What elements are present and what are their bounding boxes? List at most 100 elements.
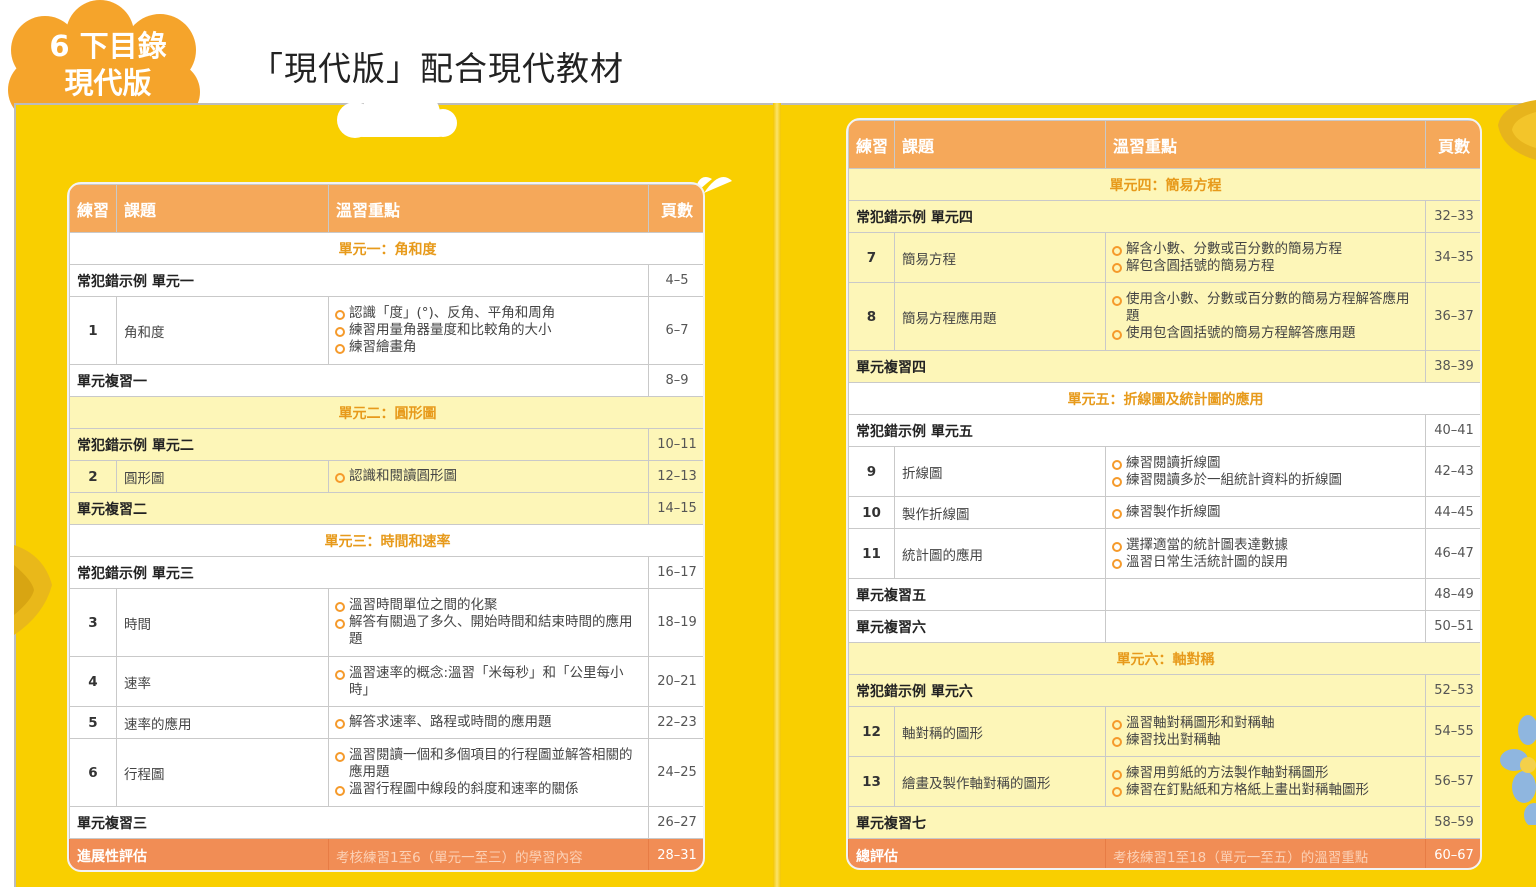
page-range: 24–25: [648, 738, 703, 807]
page-range: 22–23: [648, 706, 703, 739]
exercise-number: 1: [69, 296, 117, 365]
review-label: 單元複習四: [848, 350, 1426, 383]
exercise-row: 12 軸對稱的圖形 溫習軸對稱圖形和對稱軸 練習找出對稱軸 54–55: [848, 706, 1480, 757]
exercise-row: 4 速率 溫習速率的概念:溫習「米每秒」和「公里每小時」 20–21: [69, 656, 703, 707]
review-row: 單元複習四 38–39: [848, 350, 1480, 383]
table-header-row: 練習 課題 溫習重點 頁數: [69, 184, 703, 233]
revision-point: 練習繪畫角: [335, 339, 642, 356]
review-label: 單元複習七: [848, 806, 1426, 839]
unit-heading-row: 單元二：圓形圖: [69, 396, 703, 429]
revision-point: 認識和閱讀圓形圖: [335, 468, 642, 485]
mistakes-row: 常犯錯示例 單元五 40–41: [848, 414, 1480, 447]
exercise-title: 軸對稱的圖形: [894, 706, 1106, 757]
page-range: 14–15: [648, 492, 703, 525]
toc-table-left: 練習 課題 溫習重點 頁數 單元一：角和度 常犯錯示例 單元一 4–5 1 角和…: [69, 184, 703, 870]
empty-cell: [1105, 610, 1426, 643]
mistakes-row: 常犯錯示例 單元四 32–33: [848, 200, 1480, 233]
review-label: 單元複習一: [69, 364, 649, 397]
revision-point: 解包含圓括號的簡易方程: [1112, 258, 1419, 275]
revision-points: 練習用剪紙的方法製作軸對稱圖形 練習在釘點紙和方格紙上畫出對稱軸圖形: [1105, 756, 1426, 807]
mistakes-row: 常犯錯示例 單元六 52–53: [848, 674, 1480, 707]
empty-cell: [1105, 578, 1426, 611]
exercise-number: 7: [848, 232, 895, 283]
revision-point: 溫習軸對稱圖形和對稱軸: [1112, 715, 1419, 732]
review-label: 單元複習二: [69, 492, 649, 525]
review-row: 單元複習二 14–15: [69, 492, 703, 525]
review-label: 單元複習五: [848, 578, 1106, 611]
mistakes-label: 常犯錯示例 單元三: [69, 556, 649, 589]
header-points: 溫習重點: [1105, 120, 1426, 169]
revision-point: 使用包含圓括號的簡易方程解答應用題: [1112, 325, 1419, 342]
unit-heading-row: 單元三：時間和速率: [69, 524, 703, 557]
revision-point: 練習製作折線圖: [1112, 504, 1419, 521]
page-range: 32–33: [1425, 200, 1480, 233]
leaf-decoration-top-right: [1498, 100, 1536, 160]
page-range: 10–11: [648, 428, 703, 461]
cloud-decoration: [337, 87, 457, 138]
exercise-title: 簡易方程: [894, 232, 1106, 283]
unit-heading-row: 單元六：軸對稱: [848, 642, 1480, 675]
revision-points: 溫習軸對稱圖形和對稱軸 練習找出對稱軸: [1105, 706, 1426, 757]
revision-point: 練習找出對稱軸: [1112, 732, 1419, 749]
page-range: 40–41: [1425, 414, 1480, 447]
exercise-title: 時間: [116, 588, 329, 657]
revision-point: 解答有關過了多久、開始時間和結束時間的應用題: [335, 614, 642, 648]
exercise-row: 10 製作折線圖 練習製作折線圖 44–45: [848, 496, 1480, 529]
review-row: 單元複習一 8–9: [69, 364, 703, 397]
exercise-title: 速率的應用: [116, 706, 329, 739]
exercise-row: 5 速率的應用 解答求速率、路程或時間的應用題 22–23: [69, 706, 703, 739]
page-range: 34–35: [1425, 232, 1480, 283]
exercise-title: 簡易方程應用題: [894, 282, 1106, 351]
unit-heading: 單元六：軸對稱: [848, 642, 1480, 675]
revision-point: 溫習速率的概念:溫習「米每秒」和「公里每小時」: [335, 665, 642, 699]
exercise-number: 5: [69, 706, 117, 739]
review-label: 單元複習六: [848, 610, 1106, 643]
revision-points: 解答求速率、路程或時間的應用題: [328, 706, 649, 739]
exercise-title: 繪畫及製作軸對稱的圖形: [894, 756, 1106, 807]
unit-heading: 單元三：時間和速率: [69, 524, 703, 557]
review-row: 單元複習五 48–49: [848, 578, 1480, 611]
revision-point: 練習用剪紙的方法製作軸對稱圖形: [1112, 765, 1419, 782]
exercise-title: 行程圖: [116, 738, 329, 807]
revision-point: 使用含小數、分數或百分數的簡易方程解答應用題: [1112, 291, 1419, 325]
toc-table-right: 練習 課題 溫習重點 頁數 單元四：簡易方程 常犯錯示例 單元四 32–33 7…: [848, 120, 1480, 868]
mistakes-label: 常犯錯示例 單元一: [69, 264, 649, 297]
flower-decoration-right: [1500, 715, 1536, 825]
revision-points: 認識「度」(°)、反角、平角和周角 練習用量角器量度和比較角的大小 練習繪畫角: [328, 296, 649, 365]
page-range: 56–57: [1425, 756, 1480, 807]
assessment-label: 總評估: [848, 838, 1106, 868]
unit-heading: 單元一：角和度: [69, 232, 703, 265]
revision-point: 練習用量角器量度和比較角的大小: [335, 322, 642, 339]
header-practice: 練習: [69, 184, 117, 233]
table-header-row: 練習 課題 溫習重點 頁數: [848, 120, 1480, 169]
revision-points: 溫習閱讀一個和多個項目的行程圖並解答相關的應用題 溫習行程圖中線段的斜度和速率的…: [328, 738, 649, 807]
assessment-label: 進展性評估: [69, 838, 329, 870]
header-topic: 課題: [894, 120, 1106, 169]
review-row: 單元複習七 58–59: [848, 806, 1480, 839]
leaf-decoration-left: [14, 545, 52, 635]
revision-points: 選擇適當的統計圖表達數據 溫習日常生活統計圖的誤用: [1105, 528, 1426, 579]
revision-point: 練習閱讀折線圖: [1112, 455, 1419, 472]
review-row: 單元複習六 50–51: [848, 610, 1480, 643]
exercise-row: 1 角和度 認識「度」(°)、反角、平角和周角 練習用量角器量度和比較角的大小 …: [69, 296, 703, 365]
assessment-description: 考核練習1至18（單元一至五）的溫習重點: [1105, 838, 1426, 868]
exercise-title: 速率: [116, 656, 329, 707]
header-practice: 練習: [848, 120, 895, 169]
exercise-title: 製作折線圖: [894, 496, 1106, 529]
revision-points: 練習製作折線圖: [1105, 496, 1426, 529]
page-range: 26–27: [648, 806, 703, 839]
revision-points: 解含小數、分數或百分數的簡易方程 解包含圓括號的簡易方程: [1105, 232, 1426, 283]
exercise-number: 13: [848, 756, 895, 807]
exercise-row: 13 繪畫及製作軸對稱的圖形 練習用剪紙的方法製作軸對稱圖形 練習在釘點紙和方格…: [848, 756, 1480, 807]
exercise-number: 6: [69, 738, 117, 807]
revision-points: 溫習速率的概念:溫習「米每秒」和「公里每小時」: [328, 656, 649, 707]
exercise-row: 11 統計圖的應用 選擇適當的統計圖表達數據 溫習日常生活統計圖的誤用 46–4…: [848, 528, 1480, 579]
mistakes-row: 常犯錯示例 單元三 16–17: [69, 556, 703, 589]
page-range: 38–39: [1425, 350, 1480, 383]
unit-heading-row: 單元一：角和度: [69, 232, 703, 265]
unit-heading-row: 單元四：簡易方程: [848, 168, 1480, 201]
exercise-number: 9: [848, 446, 895, 497]
page-range: 20–21: [648, 656, 703, 707]
mistakes-row: 常犯錯示例 單元二 10–11: [69, 428, 703, 461]
revision-point: 解答求速率、路程或時間的應用題: [335, 714, 642, 731]
